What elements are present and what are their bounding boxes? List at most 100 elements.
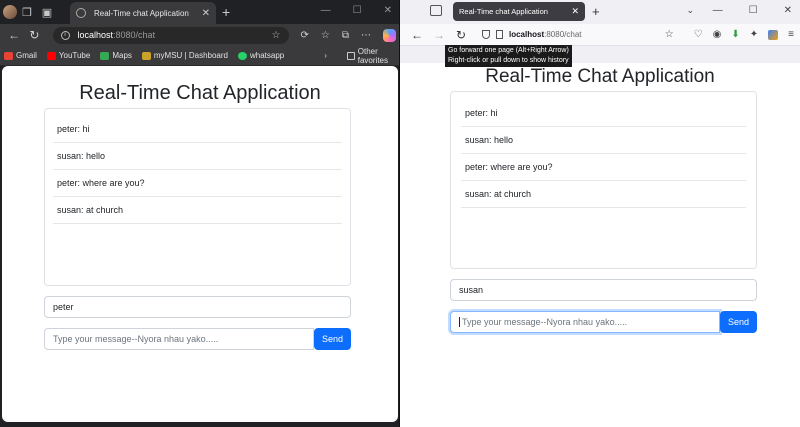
chevron-right-icon[interactable]: › — [324, 51, 327, 60]
bookmark-label: Gmail — [16, 51, 37, 60]
bookmark-label: whatsapp — [250, 51, 285, 60]
bookmark-maps[interactable]: Maps — [100, 51, 132, 60]
username-input[interactable]: susan — [450, 279, 757, 301]
maps-icon — [100, 51, 110, 60]
download-icon[interactable]: ⬇ — [731, 29, 739, 40]
globe-icon — [76, 8, 86, 18]
text-caret — [459, 317, 460, 327]
url-path: :8080/chat — [544, 30, 582, 39]
info-icon[interactable]: i — [60, 30, 70, 40]
tab-actions-icon[interactable]: ▣ — [37, 6, 57, 19]
collections-icon[interactable]: ⧉ — [342, 30, 349, 41]
pocket-icon[interactable]: ♡ — [694, 29, 703, 40]
maximize-icon[interactable]: ☐ — [749, 5, 758, 16]
forward-arrow-icon[interactable]: → — [428, 28, 450, 42]
close-tab-icon[interactable]: ✕ — [571, 6, 579, 17]
chevron-down-icon[interactable]: ⌄ — [686, 5, 694, 16]
shield-icon[interactable] — [482, 30, 490, 39]
left-page-content: Real-Time Chat Application peter: hi sus… — [2, 66, 398, 422]
new-tab-button[interactable]: + — [222, 4, 230, 20]
left-active-tab[interactable]: Real-Time chat Application ✕ — [70, 2, 216, 24]
favorites-icon[interactable]: ☆ — [321, 30, 330, 41]
page-info-icon[interactable] — [496, 30, 503, 39]
copilot-icon[interactable] — [383, 28, 396, 42]
url-host: localhost — [509, 30, 545, 39]
close-tab-icon[interactable]: ✕ — [202, 8, 210, 19]
menu-icon[interactable]: ≡ — [788, 29, 794, 40]
tooltip-line: Go forward one page (Alt+Right Arrow) — [448, 47, 569, 54]
message-placeholder: Type your message--Nyora nhau yako..... — [462, 317, 628, 327]
bookmark-mymsu[interactable]: myMSU | Dashboard — [141, 51, 228, 60]
other-favorites[interactable]: Other favorites — [346, 46, 396, 65]
forward-tooltip: Go forward one page (Alt+Right Arrow) Ri… — [445, 45, 572, 67]
folder-icon — [346, 51, 355, 60]
favorite-star-icon[interactable]: ☆ — [272, 30, 281, 41]
tab-list-icon[interactable] — [430, 5, 442, 16]
right-page-content: Real-Time Chat Application peter: hi sus… — [400, 63, 800, 427]
message-input[interactable]: Type your message--Nyora nhau yako..... — [44, 328, 314, 350]
bookmark-label: Maps — [112, 51, 132, 60]
back-arrow-icon[interactable]: ← — [406, 28, 428, 42]
other-favorites-label: Other favorites — [357, 46, 388, 65]
more-menu-icon[interactable]: ⋯ — [361, 30, 371, 41]
new-tab-button[interactable]: + — [592, 4, 600, 19]
chat-message: peter: hi — [53, 116, 342, 143]
tab-title: Real-Time chat Application — [459, 7, 548, 16]
chat-message: susan: hello — [53, 143, 342, 170]
bookmark-youtube[interactable]: YouTube — [46, 51, 91, 60]
chat-message: peter: where are you? — [53, 170, 342, 197]
right-active-tab[interactable]: Real-Time chat Application ✕ — [453, 2, 585, 21]
chat-message: susan: at church — [461, 181, 746, 208]
page-title: Real-Time Chat Application — [79, 82, 321, 104]
whatsapp-icon — [238, 51, 247, 60]
workspaces-icon[interactable]: ❒ — [17, 6, 37, 19]
bookmark-label: YouTube — [58, 51, 91, 60]
mymsu-icon — [141, 51, 151, 60]
chat-messages-box: peter: hi susan: hello peter: where are … — [450, 91, 757, 269]
extension-icon[interactable] — [768, 29, 779, 40]
window-controls: — ☐ ✕ — [713, 5, 792, 16]
bookmark-star-icon[interactable]: ☆ — [665, 29, 674, 40]
username-input[interactable]: peter — [44, 296, 351, 318]
maximize-icon[interactable]: ☐ — [353, 5, 362, 16]
profile-avatar[interactable] — [3, 5, 17, 19]
chat-message: peter: where are you? — [461, 154, 746, 181]
right-tab-bar: Real-Time chat Application ✕ + ⌄ — ☐ ✕ — [400, 0, 800, 24]
tooltip-line: Right-click or pull down to show history — [448, 57, 569, 64]
bookmarks-bar: Gmail YouTube Maps myMSU | Dashboard wha… — [0, 46, 400, 66]
reload-icon[interactable]: ↻ — [450, 28, 472, 42]
chat-message: peter: hi — [461, 100, 746, 127]
close-window-icon[interactable]: ✕ — [384, 5, 392, 16]
extensions-icon[interactable]: ✦ — [750, 29, 758, 40]
right-address-bar-row: ← → ↻ localhost :8080/chat ☆ ♡ ◉ ⬇ ✦ ≡ — [400, 24, 800, 46]
gmail-icon — [4, 51, 13, 60]
left-toolbar: ⟳ ☆ ⧉ ⋯ — [301, 28, 396, 42]
minimize-icon[interactable]: — — [713, 5, 723, 16]
minimize-icon[interactable]: — — [321, 5, 331, 16]
send-button[interactable]: Send — [314, 328, 351, 350]
bookmark-gmail[interactable]: Gmail — [4, 51, 37, 60]
youtube-icon — [46, 51, 56, 60]
reload-icon[interactable]: ↻ — [24, 28, 44, 42]
left-browser-window: ❒ ▣ Real-Time chat Application ✕ + — ☐ ✕… — [0, 0, 400, 427]
url-host: localhost — [77, 30, 114, 40]
close-window-icon[interactable]: ✕ — [784, 5, 792, 16]
window-controls: — ☐ ✕ — [321, 5, 392, 16]
chat-message: susan: hello — [461, 127, 746, 154]
account-icon[interactable]: ◉ — [713, 29, 722, 40]
right-toolbar: ☆ ♡ ◉ ⬇ ✦ ≡ — [665, 29, 794, 40]
message-input[interactable]: Type your message--Nyora nhau yako..... — [450, 311, 720, 333]
left-tab-bar: ❒ ▣ Real-Time chat Application ✕ + — ☐ ✕ — [0, 0, 400, 24]
left-url-field[interactable]: i localhost :8080/chat ☆ — [52, 26, 289, 44]
left-address-bar-row: ← ↻ i localhost :8080/chat ☆ ⟳ ☆ ⧉ ⋯ — [0, 24, 400, 46]
page-title: Real-Time Chat Application — [485, 66, 715, 87]
chat-messages-box: peter: hi susan: hello peter: where are … — [44, 108, 351, 286]
url-path: :8080/chat — [113, 30, 156, 40]
back-arrow-icon[interactable]: ← — [4, 28, 24, 42]
chat-message: susan: at church — [53, 197, 342, 224]
tab-title: Real-Time chat Application — [94, 8, 189, 18]
right-url-field[interactable]: localhost :8080/chat — [476, 26, 632, 43]
send-button[interactable]: Send — [720, 311, 757, 333]
extensions-icon[interactable]: ⟳ — [301, 30, 309, 41]
bookmark-whatsapp[interactable]: whatsapp — [238, 51, 284, 60]
